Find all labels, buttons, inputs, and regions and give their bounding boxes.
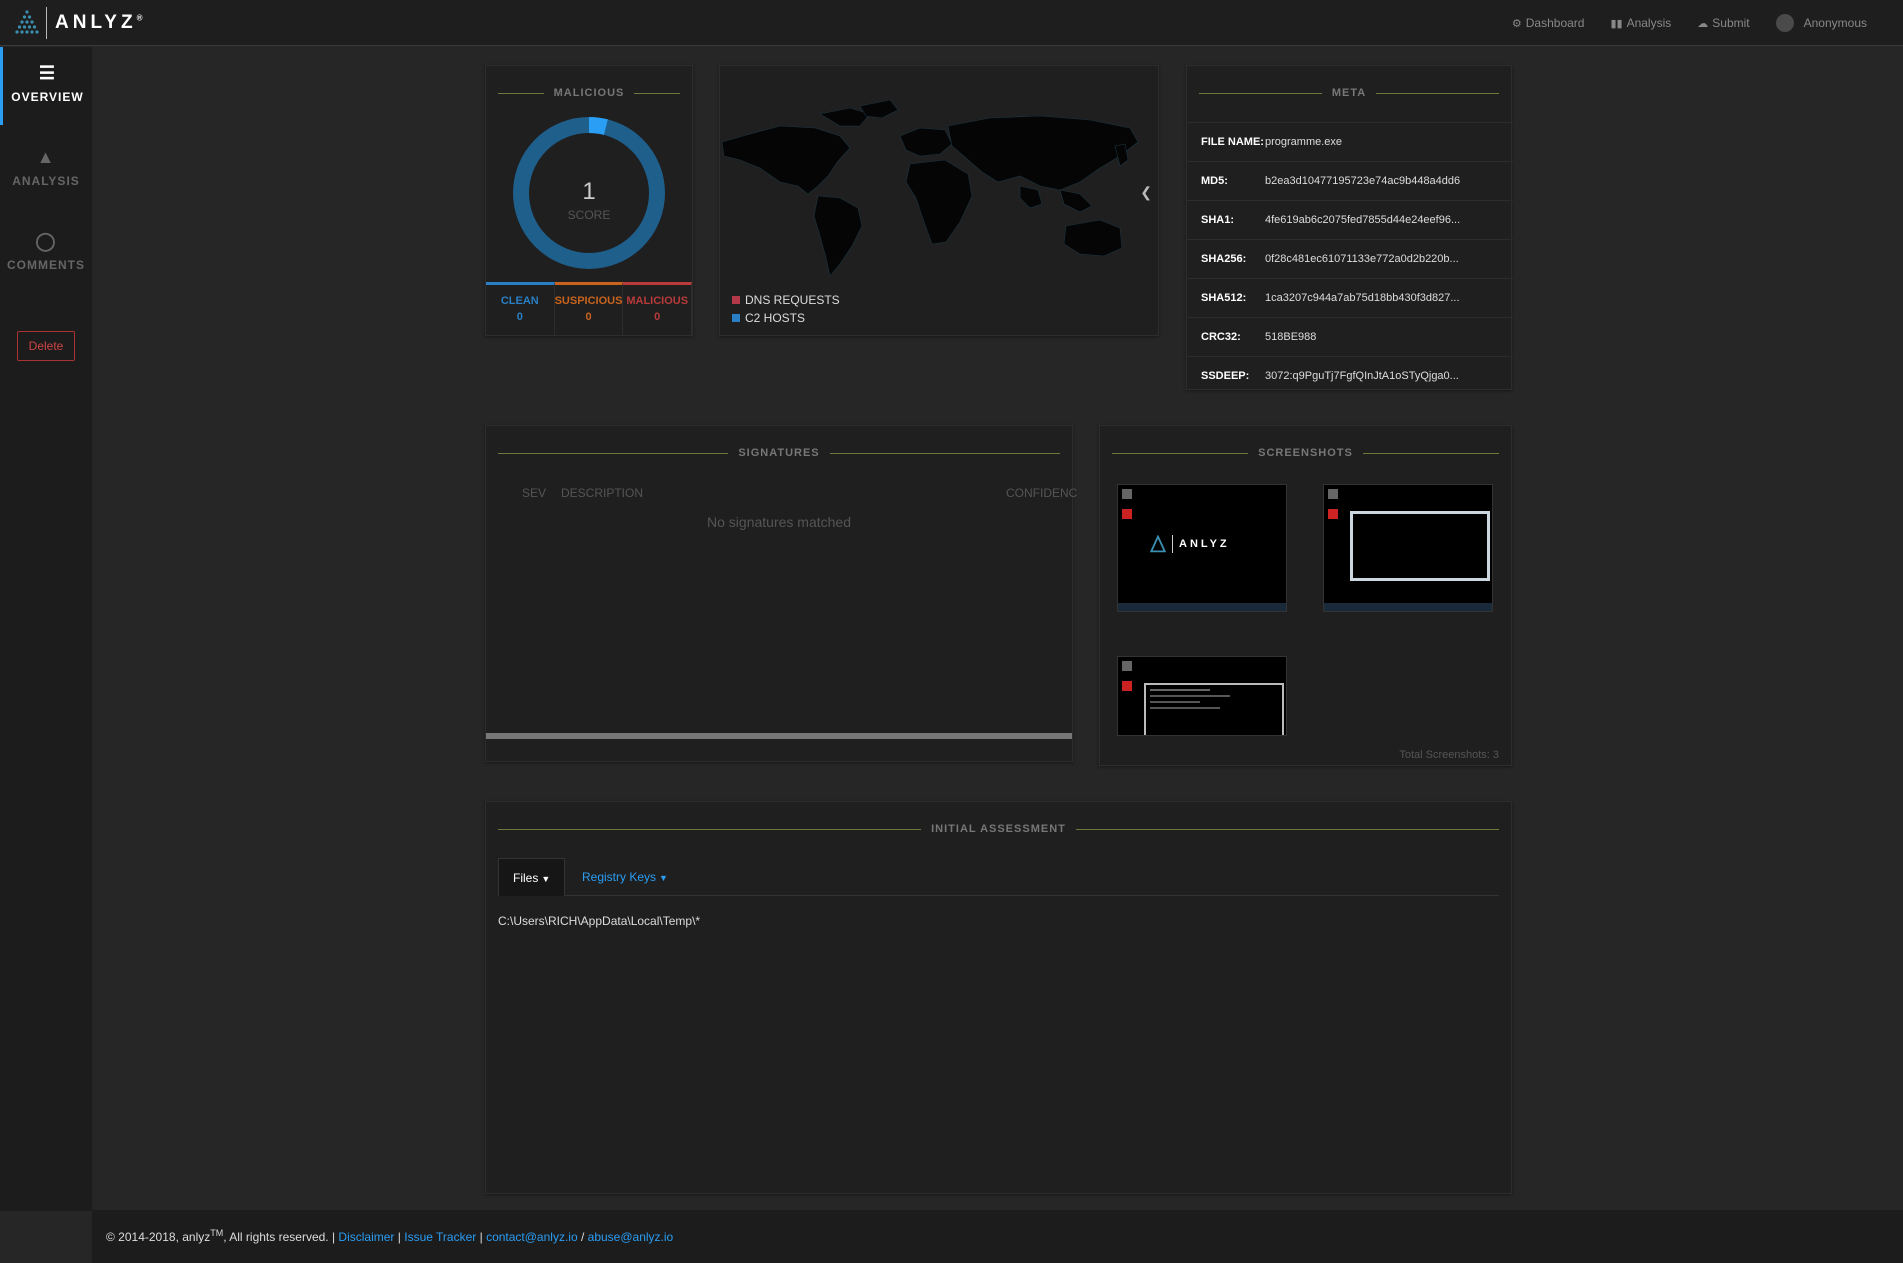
screenshots-panel-title: SCREENSHOTS — [1112, 446, 1499, 460]
column-sev[interactable]: SEV — [522, 486, 546, 500]
abuse-email-link[interactable]: abuse@anlyz.io — [588, 1230, 674, 1244]
file-path: C:\Users\RICH\AppData\Local\Temp\* — [498, 914, 701, 928]
chevron-left-icon[interactable]: ❮ — [1140, 184, 1152, 201]
sidebar-item-comments[interactable]: ◯ COMMENTS — [0, 215, 92, 293]
world-map — [721, 99, 1139, 277]
comment-icon: ◯ — [35, 231, 57, 251]
signatures-empty-message: No signatures matched — [707, 514, 851, 530]
desktop-icon — [1328, 489, 1338, 499]
top-bar: ANLYZ® ⚙ Dashboard ▮▮ Analysis ☁ Submit … — [0, 0, 1903, 46]
sidebar-item-comments-label: COMMENTS — [7, 258, 85, 272]
legend-item: C2 HOSTS — [732, 309, 840, 327]
sidebar-item-analysis[interactable]: ▲ ANALYSIS — [0, 131, 92, 209]
meta-row: SHA1: 4fe619ab6c2075fed7855d44e24eef96... — [1187, 200, 1513, 238]
nav-user[interactable]: Anonymous — [1775, 14, 1867, 32]
nav-analysis[interactable]: ▮▮ Analysis — [1610, 14, 1671, 32]
initial-assessment-panel: INITIAL ASSESSMENT Files ▼ Registry Keys ▼… — [485, 801, 1512, 1194]
area-chart-icon: ▲ — [36, 147, 56, 167]
nav-user-label: Anonymous — [1803, 16, 1867, 30]
meta-row: FILE NAME: programme.exe — [1187, 122, 1513, 160]
logo-divider — [46, 7, 47, 39]
meta-row: CRC32: 518BE988 — [1187, 317, 1513, 355]
meta-panel-title: META — [1199, 86, 1500, 100]
screenshot-thumb-2[interactable] — [1323, 484, 1493, 612]
horizontal-scrollbar[interactable] — [486, 733, 1072, 739]
dashboard-icon: ⚙ — [1511, 17, 1522, 30]
score-stat-clean: CLEAN 0 — [486, 282, 555, 335]
screenshot-thumb-1[interactable]: ANLYZ — [1117, 484, 1287, 612]
score-stats: CLEAN 0 SUSPICIOUS 0 MALICIOUS 0 — [486, 282, 693, 335]
list-icon: ☰ — [38, 63, 57, 83]
logo-text: ANLYZ® — [55, 12, 143, 33]
meta-row: SHA256: 0f28c481ec61071133e772a0d2b220b..… — [1187, 239, 1513, 277]
legend-item: DNS REQUESTS — [732, 291, 840, 309]
signatures-panel: SIGNATURES SEV DESCRIPTION CONFIDENC No … — [485, 425, 1077, 762]
column-confidence[interactable]: CONFIDENC — [1006, 486, 1077, 500]
thumb-taskbar — [1118, 603, 1286, 611]
bar-chart-icon: ▮▮ — [1610, 17, 1623, 30]
nav-analysis-label: Analysis — [1626, 16, 1672, 30]
malicious-panel-title: MALICIOUS — [498, 86, 681, 100]
nav-dashboard[interactable]: ⚙ Dashboard — [1512, 14, 1585, 32]
thumb-taskbar — [1324, 603, 1492, 611]
signatures-panel-title: SIGNATURES — [498, 446, 1060, 460]
cloud-upload-icon: ☁ — [1697, 17, 1709, 30]
sidebar-item-overview-label: OVERVIEW — [11, 90, 84, 104]
tab-registry-keys[interactable]: Registry Keys ▼ — [568, 858, 682, 896]
initial-assessment-title: INITIAL ASSESSMENT — [498, 822, 1499, 836]
meta-row: MD5: b2ea3d10477195723e74ac9b448a4dd6 — [1187, 161, 1513, 199]
screenshot-thumb-3[interactable] — [1117, 656, 1287, 736]
footer: © 2014-2018, anlyzTM, All rights reserve… — [92, 1210, 1903, 1263]
tab-files[interactable]: Files ▼ — [498, 858, 566, 896]
desktop-icon — [1328, 509, 1338, 519]
sidebar-item-overview[interactable]: ☰ OVERVIEW — [0, 47, 92, 125]
map-legend: DNS REQUESTS C2 HOSTS — [732, 291, 840, 327]
disclaimer-link[interactable]: Disclaimer — [338, 1230, 394, 1244]
column-description[interactable]: DESCRIPTION — [561, 486, 643, 500]
contact-email-link[interactable]: contact@anlyz.io — [486, 1230, 578, 1244]
logo[interactable]: ANLYZ® — [14, 7, 143, 39]
meta-row: SSDEEP: 3072:q9PguTj7FgfQInJtA1oSTyQjga0.… — [1187, 356, 1513, 394]
thumb-window — [1350, 511, 1490, 581]
score-label: SCORE — [567, 208, 611, 222]
total-screenshots: Total Screenshots: 3 — [1399, 749, 1499, 761]
caret-down-icon: ▼ — [659, 873, 668, 883]
issue-tracker-link[interactable]: Issue Tracker — [404, 1230, 476, 1244]
desktop-icon — [1122, 509, 1132, 519]
anlyz-logo-icon — [1150, 535, 1166, 553]
nav-submit[interactable]: ☁ Submit — [1697, 14, 1749, 32]
nav-submit-label: Submit — [1712, 16, 1750, 30]
malicious-panel: MALICIOUS 1 SCORE CLEAN 0 SUSPICIOUS 0 MALIC… — [485, 65, 693, 336]
thumb-console-window — [1144, 683, 1284, 735]
delete-button[interactable]: Delete — [17, 331, 75, 361]
nav-dashboard-label: Dashboard — [1525, 16, 1585, 30]
screenshots-panel: SCREENSHOTS ANLYZ Total Screenshots: 3 — [1099, 425, 1512, 766]
sidebar-item-analysis-label: ANALYSIS — [12, 174, 80, 188]
avatar — [1775, 14, 1794, 32]
thumb-logo: ANLYZ — [1150, 535, 1230, 553]
footer-copyright: © 2014-2018, anlyz — [106, 1230, 211, 1244]
anlyz-logo-icon — [15, 10, 39, 34]
score-stat-suspicious: SUSPICIOUS 0 — [554, 282, 624, 335]
top-nav: ⚙ Dashboard ▮▮ Analysis ☁ Submit Anonymo… — [1512, 14, 1867, 32]
meta-row: SHA512: 1ca3207c944a7ab75d18bb430f3d827..… — [1187, 278, 1513, 316]
score-stat-malicious: MALICIOUS 0 — [623, 282, 693, 335]
desktop-icon — [1122, 489, 1132, 499]
meta-panel: META FILE NAME: programme.exe MD5: b2ea3d10… — [1186, 65, 1513, 390]
sidebar: ☰ OVERVIEW ▲ ANALYSIS ◯ COMMENTS Delete — [0, 47, 92, 1211]
caret-down-icon: ▼ — [541, 874, 551, 884]
desktop-icon — [1122, 661, 1132, 671]
desktop-icon — [1122, 681, 1132, 691]
assessment-tabs: Files ▼ Registry Keys ▼ — [498, 858, 1499, 896]
map-panel: ❮ DNS REQUESTS C2 HOSTS — [719, 65, 1159, 336]
score-value: 1 — [582, 178, 596, 205]
